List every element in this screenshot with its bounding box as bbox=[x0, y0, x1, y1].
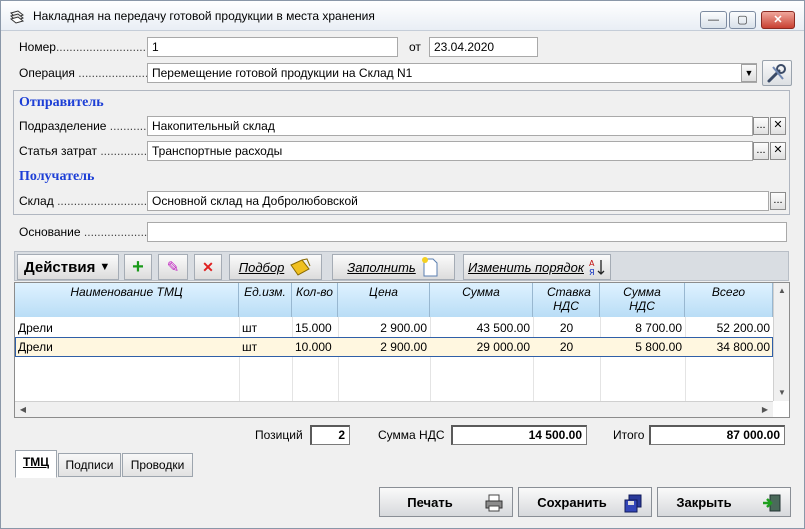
table-row[interactable]: Дрели шт 10.000 2 900.00 29 000.00 20 5 … bbox=[15, 337, 773, 357]
cell-price: 2 900.00 bbox=[380, 340, 427, 354]
table-header: Наименование ТМЦ Ед.изм. Кол-во Цена Сум… bbox=[15, 283, 773, 317]
column-header[interactable]: Всего bbox=[685, 283, 773, 317]
minimize-button[interactable]: — bbox=[700, 11, 727, 29]
cell-total: 52 200.00 bbox=[716, 321, 770, 335]
horizontal-scrollbar[interactable]: ◀ ▶ bbox=[15, 401, 773, 417]
operation-select[interactable]: Перемещение готовой продукции на Склад N… bbox=[147, 63, 757, 83]
number-label: Номер.............................. bbox=[19, 40, 156, 54]
main-window: Накладная на передачу готовой продукции … bbox=[0, 0, 805, 529]
column-header[interactable]: Кол-во bbox=[292, 283, 338, 317]
delete-row-button[interactable]: ✕ bbox=[194, 254, 222, 280]
cell-sum: 43 500.00 bbox=[476, 321, 530, 335]
grid-toolbar: Действия ▼ + ✎ ✕ Подбор Заполнить Измени… bbox=[14, 251, 789, 281]
folder-select-icon bbox=[290, 258, 311, 276]
cost-label: Статья затрат ................... bbox=[19, 144, 164, 158]
scroll-left-icon[interactable]: ◀ bbox=[15, 402, 31, 417]
column-header[interactable]: Ставка НДС bbox=[533, 283, 600, 317]
positions-label: Позиций bbox=[255, 428, 303, 442]
cell-price: 2 900.00 bbox=[380, 321, 427, 335]
cell-sum: 29 000.00 bbox=[476, 340, 530, 354]
cell-name: Дрели bbox=[18, 340, 53, 354]
wrench-icon bbox=[767, 64, 786, 83]
division-clear-icon[interactable]: ✕ bbox=[770, 117, 786, 135]
scroll-up-icon[interactable]: ▲ bbox=[774, 283, 789, 299]
edit-row-button[interactable]: ✎ bbox=[158, 254, 188, 280]
document-icon bbox=[9, 10, 25, 24]
receiver-title: Получатель bbox=[19, 169, 95, 184]
column-header[interactable]: Сумма bbox=[430, 283, 533, 317]
positions-count: 2 bbox=[310, 425, 350, 445]
grand-total-label: Итого bbox=[613, 428, 645, 442]
warehouse-label: Склад .............................. bbox=[19, 194, 158, 208]
basis-label: Основание ...................... bbox=[19, 225, 158, 239]
scroll-down-icon[interactable]: ▼ bbox=[774, 385, 789, 401]
vertical-scrollbar[interactable]: ▲ ▼ bbox=[773, 283, 789, 401]
division-label: Подразделение ........... bbox=[19, 119, 147, 133]
actions-menu-button[interactable]: Действия ▼ bbox=[17, 254, 119, 280]
cell-vat-rate: 20 bbox=[559, 321, 574, 335]
tab-signatures[interactable]: Подписи bbox=[58, 453, 121, 477]
select-button[interactable]: Подбор bbox=[229, 254, 322, 280]
cell-unit: шт bbox=[242, 340, 258, 354]
tab-tmc[interactable]: ТМЦ bbox=[15, 450, 57, 478]
print-button[interactable]: Печать bbox=[379, 487, 513, 517]
table-row[interactable]: Дрели шт 15.000 2 900.00 43 500.00 20 8 … bbox=[15, 318, 773, 338]
vat-total-label: Сумма НДС bbox=[378, 428, 445, 442]
operation-label: Операция ....................... bbox=[19, 66, 155, 80]
title-bar[interactable]: Накладная на передачу готовой продукции … bbox=[1, 1, 804, 31]
column-header[interactable]: Наименование ТМЦ bbox=[15, 283, 239, 317]
items-table[interactable]: Наименование ТМЦ Ед.изм. Кол-во Цена Сум… bbox=[14, 282, 790, 418]
column-header[interactable]: Ед.изм. bbox=[239, 283, 292, 317]
svg-text:A: A bbox=[589, 259, 595, 268]
cell-vat-sum: 5 800.00 bbox=[635, 340, 682, 354]
warehouse-browse-button[interactable]: ... bbox=[770, 192, 786, 210]
window-title: Накладная на передачу готовой продукции … bbox=[33, 9, 375, 23]
date-label: от bbox=[409, 40, 421, 54]
cell-vat-rate: 20 bbox=[559, 340, 574, 354]
grand-total-value: 87 000.00 bbox=[649, 425, 785, 445]
cell-name: Дрели bbox=[18, 321, 53, 335]
sort-az-icon: A Я bbox=[589, 259, 605, 277]
add-row-button[interactable]: + bbox=[124, 254, 152, 280]
tab-postings[interactable]: Проводки bbox=[122, 453, 193, 477]
cell-qty: 15.000 bbox=[295, 321, 332, 335]
cell-qty: 10.000 bbox=[295, 340, 332, 354]
maximize-button[interactable]: ▢ bbox=[729, 11, 756, 29]
column-header[interactable]: Сумма НДС bbox=[600, 283, 685, 317]
close-window-button[interactable]: ✕ bbox=[761, 11, 795, 29]
basis-field[interactable] bbox=[147, 222, 787, 242]
warehouse-field[interactable]: Основной склад на Добролюбовской bbox=[147, 191, 769, 211]
scroll-right-icon[interactable]: ▶ bbox=[757, 402, 773, 417]
save-floppy-icon bbox=[624, 494, 642, 513]
save-button[interactable]: Сохранить bbox=[518, 487, 652, 517]
sender-title: Отправитель bbox=[19, 95, 104, 110]
division-browse-button[interactable]: ... bbox=[753, 117, 769, 135]
printer-icon bbox=[485, 494, 503, 512]
vat-total-value: 14 500.00 bbox=[451, 425, 587, 445]
reorder-button[interactable]: Изменить порядок A Я bbox=[463, 254, 611, 280]
cell-vat-sum: 8 700.00 bbox=[635, 321, 682, 335]
cell-unit: шт bbox=[242, 321, 258, 335]
operation-settings-button[interactable] bbox=[762, 60, 792, 86]
cost-browse-button[interactable]: ... bbox=[753, 142, 769, 160]
exit-door-icon bbox=[763, 494, 781, 512]
chevron-down-icon: ▼ bbox=[99, 261, 111, 273]
cost-clear-icon[interactable]: ✕ bbox=[770, 142, 786, 160]
chevron-down-icon[interactable]: ▼ bbox=[741, 64, 757, 82]
date-field[interactable]: 23.04.2020 bbox=[429, 37, 538, 57]
column-header[interactable]: Цена bbox=[338, 283, 430, 317]
fill-button[interactable]: Заполнить bbox=[332, 254, 455, 280]
svg-text:Я: Я bbox=[589, 268, 595, 277]
division-field[interactable]: Накопительный склад bbox=[147, 116, 753, 136]
new-document-icon bbox=[421, 257, 438, 277]
cost-field[interactable]: Транспортные расходы bbox=[147, 141, 753, 161]
cell-total: 34 800.00 bbox=[716, 340, 770, 354]
number-field[interactable]: 1 bbox=[147, 37, 398, 57]
close-button[interactable]: Закрыть bbox=[657, 487, 791, 517]
